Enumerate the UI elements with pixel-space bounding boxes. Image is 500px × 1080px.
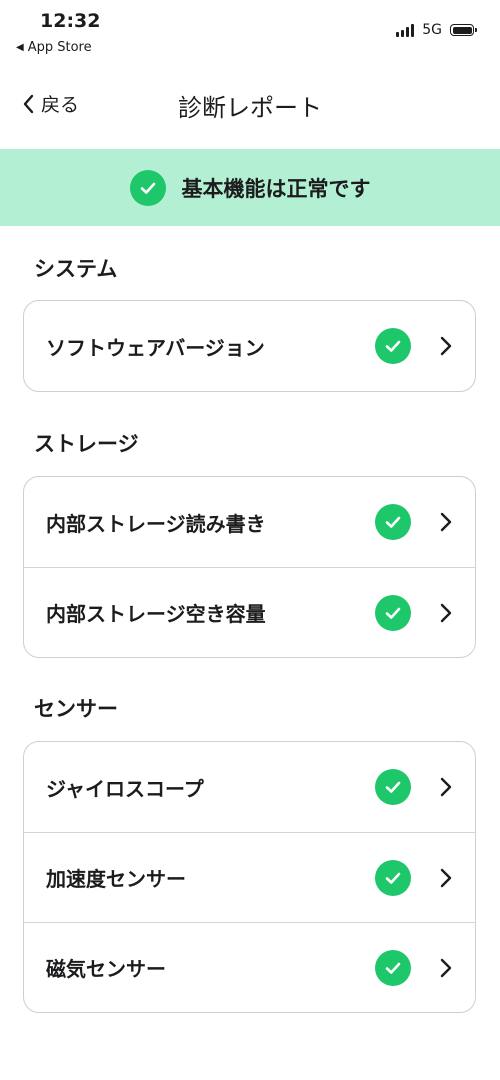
row-label: 内部ストレージ読み書き bbox=[46, 511, 266, 536]
back-app-label: App Store bbox=[27, 40, 92, 55]
section-title-storage: ストレージ bbox=[34, 432, 139, 456]
row-label: ジャイロスコープ bbox=[46, 776, 204, 801]
network-type: 5G bbox=[422, 22, 442, 38]
row-label: 磁気センサー bbox=[46, 957, 166, 981]
status-bar: 12:32 ◀ App Store 5G bbox=[0, 0, 500, 62]
chevron-right-icon bbox=[440, 958, 452, 977]
chevron-right-icon bbox=[440, 512, 452, 532]
row-accelerometer[interactable]: 加速度センサー bbox=[24, 832, 475, 922]
row-label: 内部ストレージ空き容量 bbox=[46, 602, 266, 626]
chevron-right-icon bbox=[440, 777, 452, 797]
status-time: 12:32 bbox=[40, 10, 101, 32]
section-card-storage: 内部ストレージ読み書き 内部ストレージ空き容量 bbox=[23, 476, 476, 658]
status-indicators: 5G bbox=[396, 22, 477, 38]
signal-icon bbox=[396, 23, 415, 37]
row-software-version[interactable]: ソフトウェアバージョン bbox=[24, 301, 475, 391]
status-banner: 基本機能は正常です bbox=[0, 149, 500, 226]
row-label: 加速度センサー bbox=[46, 867, 186, 891]
section-title-system: システム bbox=[34, 257, 118, 281]
section-card-sensors: ジャイロスコープ 加速度センサー 磁気センサー bbox=[23, 741, 476, 1013]
check-circle-icon bbox=[129, 169, 166, 206]
section-card-system: ソフトウェアバージョン bbox=[23, 300, 476, 392]
row-label: ソフトウェアバージョン bbox=[46, 335, 265, 360]
row-internal-storage-rw[interactable]: 内部ストレージ読み書き bbox=[24, 477, 475, 567]
section-title-sensors: センサー bbox=[34, 697, 118, 721]
chevron-right-icon bbox=[440, 336, 452, 356]
check-circle-icon bbox=[375, 504, 411, 540]
back-triangle-icon: ◀ bbox=[16, 42, 24, 53]
chevron-right-icon bbox=[440, 603, 452, 622]
check-circle-icon bbox=[375, 949, 411, 986]
banner-text: 基本機能は正常です bbox=[181, 176, 371, 201]
check-circle-icon bbox=[375, 328, 411, 364]
row-magnetometer[interactable]: 磁気センサー bbox=[24, 922, 475, 1012]
back-to-app-store[interactable]: ◀ App Store bbox=[16, 40, 92, 55]
chevron-right-icon bbox=[440, 868, 452, 887]
battery-icon bbox=[450, 24, 477, 36]
check-circle-icon bbox=[375, 594, 411, 631]
row-gyroscope[interactable]: ジャイロスコープ bbox=[24, 742, 475, 832]
row-internal-storage-free[interactable]: 内部ストレージ空き容量 bbox=[24, 567, 475, 657]
check-circle-icon bbox=[375, 769, 411, 805]
nav-bar: 戻る 診断レポート bbox=[0, 80, 500, 130]
check-circle-icon bbox=[375, 859, 411, 896]
page-title: 診断レポート bbox=[178, 94, 322, 122]
